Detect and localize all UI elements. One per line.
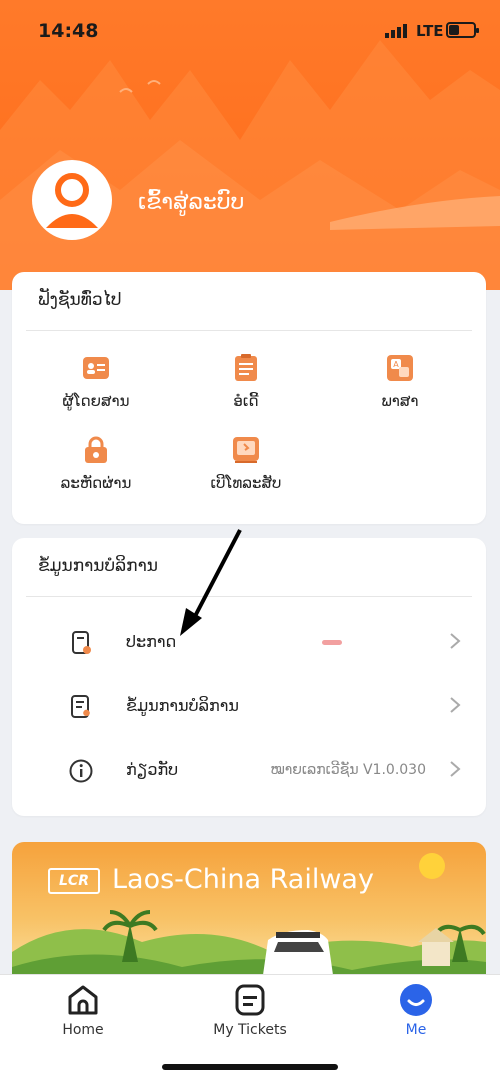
me-icon: [400, 984, 432, 1016]
tab-me-label: Me: [405, 1022, 427, 1038]
avatar[interactable]: [32, 160, 112, 240]
chevron-right-icon: [450, 697, 461, 713]
general-functions-title: ຟັງຊັນທົ່ວໄປ: [38, 290, 122, 310]
password-label: ລະຫັດຜ່ານ: [60, 474, 132, 492]
home-indicator: [162, 1064, 338, 1070]
banner-title: Laos-China Railway: [112, 864, 374, 895]
order-item[interactable]: ອໍເດີ້: [176, 354, 316, 410]
status-bar: 14:48 LTE: [0, 0, 500, 60]
general-functions-card: ຟັງຊັນທົ່ວໄປ ຜູ້ໂດຍສານ ອໍເດີ້ A ພາສາ ລະຫ…: [12, 272, 486, 524]
tab-me[interactable]: Me: [356, 983, 476, 1038]
language-item[interactable]: A ພາສາ: [330, 354, 470, 410]
lcr-logo: LCR: [48, 868, 100, 894]
divider: [26, 330, 472, 331]
version-number: ໝາຍເລກເວີຊັນ V1.0.030: [270, 762, 426, 778]
service-info-title: ຂໍ້ມູນການບໍລິການ: [38, 556, 158, 576]
signal-strength-icon: [385, 24, 407, 38]
announcement-row[interactable]: ປະກາດ: [26, 612, 472, 674]
language-icon: A: [387, 355, 413, 381]
order-label: ອໍເດີ້: [233, 392, 259, 410]
tab-my-tickets-label: My Tickets: [213, 1022, 287, 1038]
battery-icon: [446, 22, 479, 38]
phone-icon: [233, 437, 259, 463]
language-label: ພາສາ: [381, 392, 419, 410]
status-time: 14:48: [38, 20, 99, 42]
service-info-label: ຂໍ້ມູນການບໍລິການ: [126, 696, 239, 715]
password-lock-icon: [85, 436, 107, 463]
info-icon: [69, 759, 93, 783]
network-type: LTE: [416, 22, 444, 40]
banner-illustration: [12, 853, 486, 982]
phone-label: ເບີໂທລະສັບ: [210, 474, 282, 492]
service-info-row[interactable]: ຂໍ້ມູນການບໍລິການ: [26, 676, 472, 738]
svg-text:A: A: [393, 360, 399, 369]
chevron-right-icon: [450, 633, 461, 649]
chevron-right-icon: [450, 761, 461, 777]
tab-my-tickets[interactable]: My Tickets: [190, 983, 310, 1038]
railway-banner[interactable]: LCR Laos-China Railway: [12, 842, 486, 982]
service-info-icon: [71, 695, 90, 718]
phone-item[interactable]: ເບີໂທລະສັບ: [176, 436, 316, 492]
login-link[interactable]: ເຂົ້າສູ່ລະບົບ: [138, 190, 244, 215]
unread-indicator: [322, 640, 342, 645]
user-avatar-icon: [46, 173, 98, 228]
tab-home-label: Home: [62, 1022, 104, 1038]
passenger-label: ຜູ້ໂດຍສານ: [62, 392, 130, 410]
about-row[interactable]: ກ່ຽວກັບ ໝາຍເລກເວີຊັນ V1.0.030: [26, 740, 472, 802]
order-icon: [235, 354, 257, 381]
announcement-label: ປະກາດ: [126, 632, 177, 651]
passenger-icon: [83, 357, 109, 379]
service-info-card: ຂໍ້ມູນການບໍລິການ ປະກາດ ຂໍ້ມູນການບໍລິການ: [12, 538, 486, 816]
tab-home[interactable]: Home: [23, 983, 143, 1038]
ticket-icon: [235, 984, 265, 1016]
passenger-item[interactable]: ຜູ້ໂດຍສານ: [26, 354, 166, 410]
announcement-icon: [72, 631, 91, 654]
divider: [26, 596, 472, 597]
about-label: ກ່ຽວກັບ: [126, 760, 179, 779]
home-icon: [68, 985, 98, 1015]
password-item[interactable]: ລະຫັດຜ່ານ: [26, 436, 166, 492]
